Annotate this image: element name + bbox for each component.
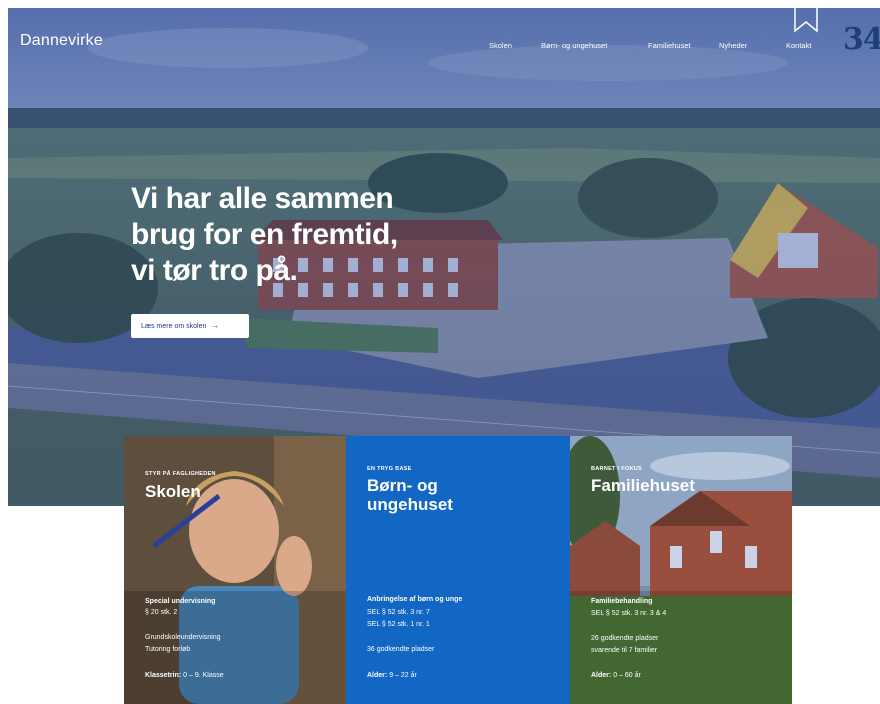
hero-headline: Vi har alle sammen brug for en fremtid, … (131, 181, 431, 289)
card-skolen-eyebrow: STYR PÅ FAGLIGHEDEN (145, 471, 216, 477)
headline-line-1: Vi har alle sammen (131, 182, 394, 215)
card-skolen-line-4: Tutoring forløb (145, 646, 191, 653)
card-born-line-2: SEL § 52 stk. 3 nr. 7 (367, 609, 430, 616)
arrow-right-icon: → (211, 321, 220, 330)
card-skolen[interactable]: STYR PÅ FAGLIGHEDEN Skolen Special under… (124, 436, 346, 704)
card-familiehuset[interactable]: BARNET I FOKUS Familiehuset Familiebehan… (570, 436, 792, 704)
card-born-line-1: Anbringelse af børn og unge (367, 596, 463, 603)
headline-line-2: brug for en fremtid, (131, 218, 398, 251)
nav-item-born-og-ungehuset[interactable]: Børn- og ungehuset (541, 41, 607, 50)
card-fam-footer: Alder: 0 – 60 år (591, 672, 641, 679)
card-fam-line-1: Familiebehandling (591, 598, 653, 605)
bookmark-icon[interactable] (793, 0, 819, 33)
card-fam-line-3: 26 godkendte pladser (591, 635, 659, 642)
card-fam-eyebrow: BARNET I FOKUS (591, 466, 642, 472)
headline-line-3: vi tør tro på. (131, 254, 298, 287)
card-born-title-line-2: ungehuset (367, 495, 453, 514)
card-born-title-line-1: Børn- og (367, 476, 438, 495)
card-skolen-line-1: Special undervisning (145, 598, 216, 605)
card-fam-line-4: svarende til 7 familier (591, 647, 658, 654)
read-more-button[interactable]: Læs mere om skolen → (131, 314, 249, 338)
card-born-title: Børn- og ungehuset (367, 476, 453, 514)
card-skolen-footer: Klassetrin: 0 – 9. Klasse (145, 672, 224, 679)
card-born-og-ungehuset[interactable]: EN TRYG BASE Børn- og ungehuset Anbringe… (346, 436, 570, 704)
card-born-eyebrow: EN TRYG BASE (367, 466, 412, 472)
site-logo[interactable]: Dannevirke (20, 32, 103, 50)
nav-item-nyheder[interactable]: Nyheder (719, 41, 747, 50)
card-fam-footer-label: Alder: (591, 672, 612, 679)
card-fam-line-2: SEL § 52 stk. 3 nr. 3 & 4 (591, 610, 667, 617)
card-born-footer-label: Alder: (367, 672, 388, 679)
card-skolen-line-2: § 20 stk. 2 (145, 609, 178, 616)
card-born-footer-value: 9 – 22 år (389, 672, 417, 679)
page-number: 34 (843, 22, 880, 57)
card-skolen-line-3: Grundskoleundervisning (145, 634, 221, 641)
card-born-line-4: 36 godkendte pladser (367, 646, 435, 653)
nav-item-familiehuset[interactable]: Familiehuset (648, 41, 691, 50)
card-skolen-footer-label: Klassetrin: (145, 672, 182, 679)
card-skolen-title: Skolen (145, 482, 201, 501)
nav-item-skolen[interactable]: Skolen (489, 41, 512, 50)
card-fam-title: Familiehuset (591, 476, 695, 495)
card-born-line-3: SEL § 52 stk. 1 nr. 1 (367, 621, 430, 628)
nav-item-kontakt[interactable]: Kontakt (786, 41, 811, 50)
read-more-label: Læs mere om skolen (141, 323, 207, 330)
card-skolen-footer-value: 0 – 9. Klasse (183, 672, 224, 679)
hero-section: Dannevirke Skolen Børn- og ungehuset Fam… (8, 8, 880, 506)
card-fam-footer-value: 0 – 60 år (613, 672, 641, 679)
card-born-footer: Alder: 9 – 22 år (367, 672, 417, 679)
